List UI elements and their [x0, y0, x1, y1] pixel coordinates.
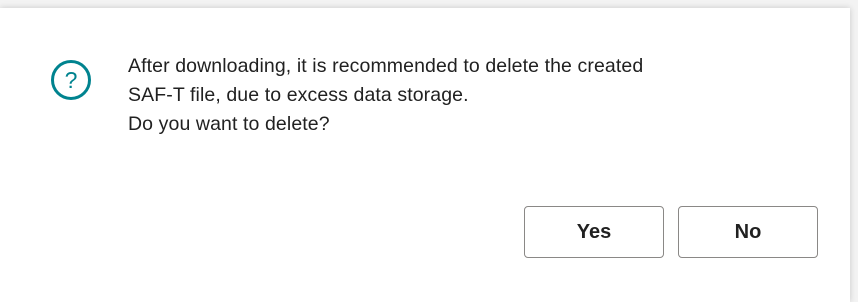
confirm-dialog: ? After downloading, it is recommended t…: [0, 8, 850, 302]
message-row: ? After downloading, it is recommended t…: [50, 52, 643, 139]
yes-button[interactable]: Yes: [524, 206, 664, 258]
dialog-message: After downloading, it is recommended to …: [128, 52, 643, 139]
question-circle-icon: ?: [50, 59, 92, 101]
message-line: Do you want to delete?: [128, 113, 330, 135]
dialog-buttons: Yes No: [524, 206, 818, 258]
no-button[interactable]: No: [678, 206, 818, 258]
message-line: After downloading, it is recommended to …: [128, 55, 644, 77]
svg-text:?: ?: [65, 67, 78, 93]
message-line: SAF-T file, due to excess data storage.: [128, 84, 469, 106]
